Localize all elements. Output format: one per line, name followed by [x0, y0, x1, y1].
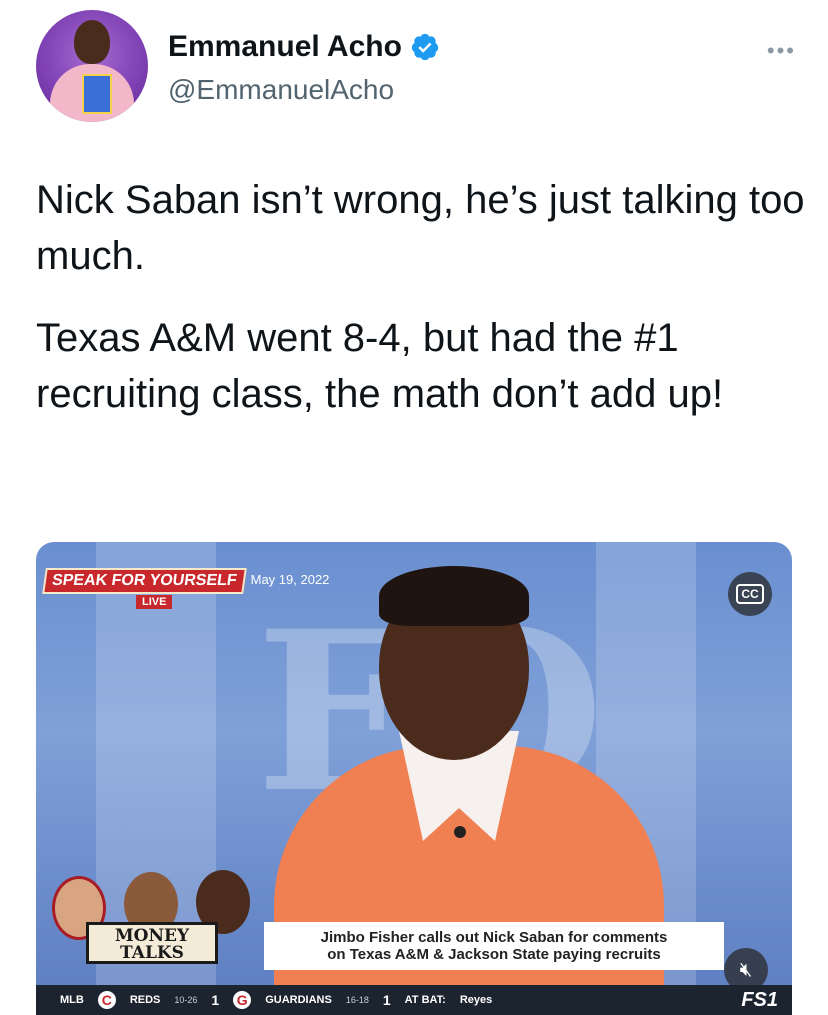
ticker-score: 1 — [211, 992, 220, 1008]
guardians-logo-icon: G — [233, 991, 252, 1009]
closed-captions-button[interactable]: CC — [728, 572, 772, 616]
headline-line: on Texas A&M & Jackson State paying recr… — [327, 946, 661, 963]
tweet-text: Nick Saban isn’t wrong, he’s just talkin… — [36, 172, 806, 448]
ticker-at-bat-label: AT BAT: — [404, 994, 446, 1006]
broadcast-date: May 19, 2022 — [250, 572, 330, 587]
reds-logo-icon: C — [97, 991, 116, 1009]
ticker-score: 1 — [382, 992, 391, 1008]
show-logo: SPEAK FOR YOURSELF May 19, 2022 — [42, 568, 330, 594]
score-ticker: MLB C REDS 10-26 1 G GUARDIANS 16-18 1 A… — [36, 985, 792, 1015]
video-player[interactable]: FO SPEAK FOR YOURSELF May 19, 2022 LIVE … — [36, 542, 792, 1015]
display-name[interactable]: Emmanuel Acho — [168, 30, 402, 64]
news-lower-third: Jimbo Fisher calls out Nick Saban for co… — [264, 922, 724, 970]
volume-muted-icon: 🔇︎ — [739, 958, 753, 981]
tweet-header: Emmanuel Acho @EmmanuelAcho ••• — [36, 8, 796, 124]
avatar[interactable] — [36, 10, 148, 122]
headline-line: Jimbo Fisher calls out Nick Saban for co… — [320, 929, 668, 946]
ticker-record: 10-26 — [174, 995, 198, 1005]
ticker-team: REDS — [129, 994, 161, 1006]
verified-badge-icon — [411, 33, 439, 61]
money-talks-box: MONEY TALKS — [86, 922, 218, 964]
tweet-paragraph: Texas A&M went 8-4, but had the #1 recru… — [36, 316, 724, 416]
name-row: Emmanuel Acho — [168, 30, 440, 64]
network-logo: FS1 — [741, 988, 778, 1011]
handle[interactable]: @EmmanuelAcho — [168, 74, 394, 106]
money-talks-graphic: MONEY TALKS — [46, 860, 256, 972]
ticker-record: 16-18 — [345, 995, 369, 1005]
show-logo-text: SPEAK FOR YOURSELF — [42, 568, 247, 594]
tweet-paragraph: Nick Saban isn’t wrong, he’s just talkin… — [36, 178, 805, 278]
more-options-icon[interactable]: ••• — [767, 38, 796, 64]
ticker-batter: Reyes — [459, 994, 493, 1006]
ticker-team: GUARDIANS — [265, 994, 332, 1006]
live-badge: LIVE — [136, 595, 173, 609]
cc-icon: CC — [736, 584, 764, 604]
ticker-league: MLB — [60, 994, 84, 1006]
